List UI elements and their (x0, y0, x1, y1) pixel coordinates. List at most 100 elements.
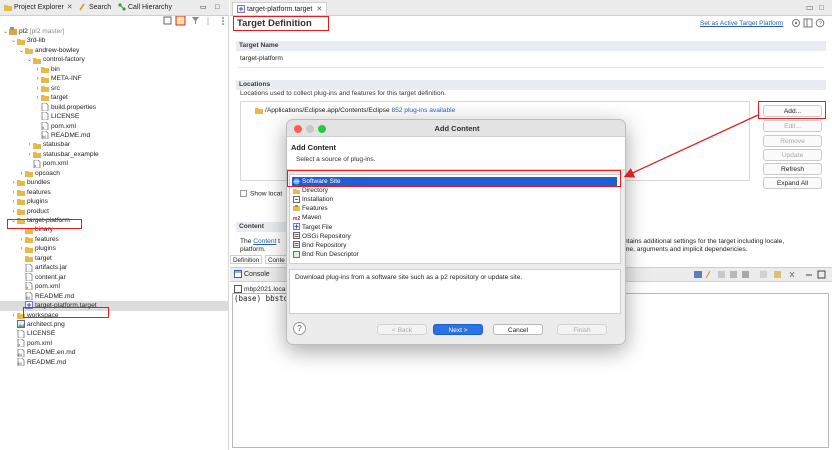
maximize-icon[interactable]: □ (215, 2, 219, 14)
maximize-icon (817, 270, 826, 279)
tab-console[interactable]: Console (234, 270, 270, 278)
tree-item-label: statusbar (43, 141, 71, 149)
console-source: mbp2021.loca (244, 285, 286, 293)
markdown-file-icon: M (17, 358, 25, 366)
close-icon[interactable]: ✕ (67, 4, 73, 11)
file-icon (25, 272, 33, 281)
svg-text:M: M (18, 361, 21, 366)
tab-definition[interactable]: Definition (230, 255, 263, 264)
minimize-icon[interactable]: ▭ (806, 3, 814, 12)
explorer-toolbar (150, 16, 228, 26)
source-option[interactable]: OSGi Repository (292, 232, 617, 241)
view-menu-icon (222, 17, 224, 19)
repository-icon (293, 232, 300, 240)
source-option[interactable]: Directory (292, 186, 617, 195)
remove-button[interactable]: Remove (763, 135, 822, 147)
source-option[interactable]: Target File (292, 223, 617, 232)
terminal-icon (234, 285, 242, 293)
tab-label: Console (244, 270, 270, 278)
cancel-button[interactable]: Cancel (493, 324, 543, 335)
folder-icon (41, 93, 49, 102)
folder-icon (25, 46, 33, 55)
tree-item-label: target-platform (27, 217, 70, 224)
source-option[interactable]: Features (292, 204, 617, 213)
source-option-label: Directory (302, 187, 329, 195)
content-header: Content (236, 222, 286, 232)
maximize-icon[interactable]: □ (819, 3, 824, 12)
checkbox-label: Show locat (250, 190, 283, 198)
content-right-line2: ntime, arguments and implicit dependenci… (617, 246, 748, 253)
source-option[interactable]: Installation (292, 195, 617, 204)
tree-item-label: README.md (27, 358, 67, 366)
tree-item-label: features (35, 235, 59, 243)
show-locations-checkbox[interactable]: Show locat (240, 190, 282, 197)
pin-icon (705, 270, 711, 279)
source-option[interactable]: Bnd Repository (292, 241, 617, 250)
set-active-target-link[interactable]: Set as Active Target Platform (700, 20, 783, 27)
svg-text:m2: m2 (293, 216, 300, 221)
location-item[interactable]: /Applications/Eclipse.app/Contents/Eclip… (255, 106, 455, 114)
content-text-pre: The (240, 238, 252, 245)
folder-icon (33, 56, 41, 64)
next-button[interactable]: Next > (433, 324, 483, 335)
tree-item-label: pom.xml (43, 160, 68, 168)
tree-item-label: bin (51, 65, 60, 73)
expand-all-button[interactable]: Expand All (763, 177, 822, 189)
tree-item-label: target (51, 94, 68, 102)
descriptor-icon (293, 250, 300, 258)
filter-icon (192, 17, 199, 24)
help-button[interactable]: ? (293, 322, 306, 335)
tab-call-hierarchy[interactable]: Call Hierarchy (118, 2, 172, 14)
tab-content[interactable]: Conte (265, 255, 288, 264)
refresh-button[interactable]: Refresh (763, 163, 822, 175)
source-option-label: Target File (302, 223, 333, 231)
xml-file-icon: x (41, 121, 49, 130)
source-option[interactable]: Software Site (292, 177, 617, 186)
edit-button[interactable]: Edit... (763, 120, 822, 132)
back-button[interactable]: < Back (377, 324, 427, 335)
tab-label: Search (89, 4, 112, 11)
svg-text:x: x (18, 342, 20, 347)
svg-text:x: x (26, 285, 28, 290)
tree-item-label: plugins (27, 198, 48, 206)
folder-icon (17, 311, 25, 319)
content-link[interactable]: Content (253, 238, 276, 245)
markdown-file-icon: M (25, 291, 33, 300)
clear-console-icon (718, 271, 725, 278)
target-file-icon (293, 223, 300, 231)
source-description: Download plug-ins from a software site s… (295, 274, 523, 281)
dialog-footer: ? < Back Next > Cancel Finish (287, 314, 625, 344)
file-icon (25, 263, 33, 272)
features-icon (293, 205, 300, 212)
folder-icon (25, 245, 33, 253)
copy-icon (774, 271, 781, 278)
tree-item-label: pl2 (19, 28, 28, 35)
file-icon (17, 329, 25, 338)
tree-item-label: LICENSE (27, 330, 56, 338)
source-option[interactable]: m2 Maven (292, 213, 617, 222)
dialog-title: Add Content (434, 124, 480, 133)
target-name-field[interactable]: target-platform (240, 55, 283, 62)
checkbox[interactable] (240, 190, 247, 197)
svg-text:M: M (42, 134, 45, 139)
update-button[interactable]: Update (763, 149, 822, 161)
add-button[interactable]: Add... (763, 105, 822, 117)
call-hierarchy-icon (118, 3, 126, 11)
file-icon (41, 102, 49, 111)
finish-button[interactable]: Finish (557, 324, 607, 335)
tab-search[interactable]: Search (79, 2, 111, 14)
source-option[interactable]: Bnd Run Descriptor (292, 250, 617, 259)
tab-project-explorer[interactable]: Project Explorer ✕ (4, 2, 73, 14)
minimize-icon[interactable]: ▭ (200, 2, 207, 14)
help-icon: ? (815, 18, 825, 28)
close-icon[interactable]: ✕ (316, 6, 322, 13)
folder-icon (25, 235, 33, 244)
editor-tab-target-platform[interactable]: target-platform.target ✕ (232, 2, 328, 15)
dialog-header: Add Content Select a source of plug-ins. (287, 137, 625, 170)
source-list[interactable]: Software Site Directory Installation Featur… (289, 174, 621, 264)
dialog-subheading: Select a source of plug-ins. (296, 156, 376, 163)
tree-item-label: src (51, 84, 60, 92)
target-file-icon (237, 5, 245, 14)
tree-item[interactable]: M README.md (0, 358, 229, 368)
source-option-label: Bnd Run Descriptor (302, 250, 359, 258)
